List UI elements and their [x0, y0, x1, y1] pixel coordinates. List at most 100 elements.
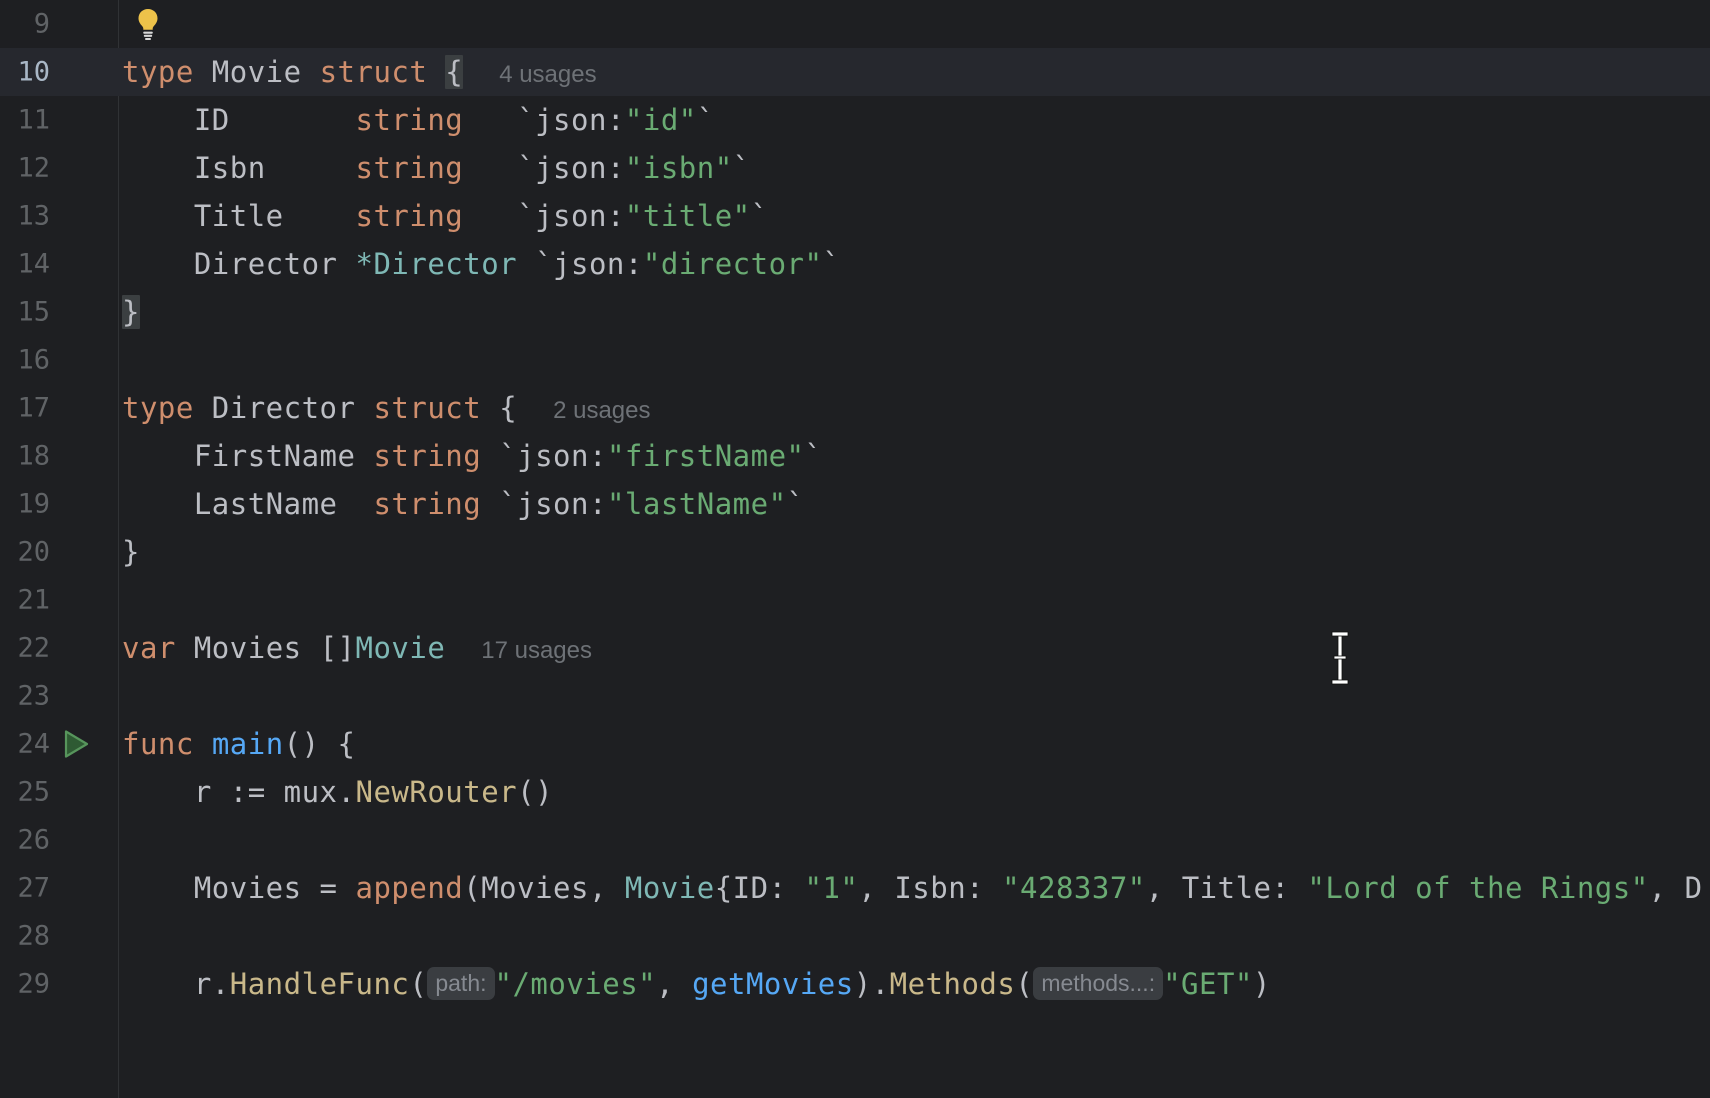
separator: , [1648, 871, 1685, 905]
run-gutter-icon[interactable] [60, 727, 92, 761]
line-number[interactable]: 25 [0, 777, 50, 808]
line-number[interactable]: 16 [0, 345, 50, 376]
line-number[interactable]: 24 [0, 729, 50, 760]
line-number[interactable]: 11 [0, 105, 50, 136]
code-text-line-14[interactable]: Director *Director `json:"director"` [122, 247, 840, 281]
line-number[interactable]: 26 [0, 825, 50, 856]
line-number[interactable]: 27 [0, 873, 50, 904]
code-text-line-17[interactable]: type Director struct { 2 usages [122, 391, 650, 425]
usages-inlay-hint-movies[interactable]: 17 usages [481, 637, 592, 664]
truncated-text: D [1684, 871, 1703, 905]
code-text-line-22[interactable]: var Movies []Movie 17 usages [122, 631, 592, 665]
struct-tag-suffix: ` [822, 247, 841, 281]
var-name-movies: Movies [] [175, 631, 356, 665]
code-text-line-12[interactable]: Isbn string `json:"isbn"` [122, 151, 751, 185]
editor-line-29[interactable]: 29 r.HandleFunc(path: "/movies", getMovie… [0, 960, 1710, 1008]
line-number[interactable]: 12 [0, 153, 50, 184]
editor-line-22[interactable]: 22 var Movies []Movie 17 usages [0, 624, 1710, 672]
method-call-handlefunc: HandleFunc [229, 967, 410, 1001]
assignment-lhs: r := [122, 775, 284, 809]
editor-line-27[interactable]: 27 Movies = append(Movies, Movie{ID: "1"… [0, 864, 1710, 912]
line-number[interactable]: 28 [0, 921, 50, 952]
editor-line-21[interactable]: 21 [0, 576, 1710, 624]
code-text-line-29[interactable]: r.HandleFunc(path: "/movies", getMovies).… [122, 967, 1271, 1001]
line-number[interactable]: 13 [0, 201, 50, 232]
field-value-id: "1" [804, 871, 859, 905]
keyword-struct: struct [319, 55, 428, 89]
line-number[interactable]: 29 [0, 969, 50, 1000]
line-number[interactable]: 21 [0, 585, 50, 616]
separator: , [1145, 871, 1182, 905]
struct-tag-value: "id" [624, 103, 697, 137]
line-number[interactable]: 14 [0, 249, 50, 280]
struct-tag-suffix: ` [804, 439, 823, 473]
call-close-dot: ). [853, 967, 890, 1001]
struct-tag-prefix: `json: [517, 103, 625, 137]
field-name-isbn: Isbn [122, 151, 356, 185]
type-ref-movie: Movie [624, 871, 715, 905]
code-text-line-15[interactable]: } [122, 295, 140, 329]
separator: , [858, 871, 895, 905]
line-number[interactable]: 10 [0, 57, 50, 88]
field-type: string [355, 103, 464, 137]
parameter-hint-path[interactable]: path: [427, 967, 495, 1000]
editor-line-10[interactable]: 10 type Movie struct { 4 usages [0, 48, 1710, 96]
code-text-line-27[interactable]: Movies = append(Movies, Movie{ID: "1", I… [122, 871, 1703, 905]
code-text-line-18[interactable]: FirstName string `json:"firstName"` [122, 439, 822, 473]
line-number[interactable]: 19 [0, 489, 50, 520]
editor-line-9[interactable]: 9 [0, 0, 1710, 48]
field-type: string [355, 151, 464, 185]
editor-line-26[interactable]: 26 [0, 816, 1710, 864]
field-type: string [373, 439, 482, 473]
editor-line-23[interactable]: 23 [0, 672, 1710, 720]
editor-line-12[interactable]: 12 Isbn string `json:"isbn"` [0, 144, 1710, 192]
http-verb-string: "GET" [1163, 967, 1253, 1001]
field-type: string [355, 199, 464, 233]
parameter-hint-methods[interactable]: methods...: [1033, 967, 1164, 1000]
line-number[interactable]: 15 [0, 297, 50, 328]
code-text-line-10[interactable]: type Movie struct { 4 usages [122, 55, 597, 89]
line-number[interactable]: 18 [0, 441, 50, 472]
editor-line-15[interactable]: 15 } [0, 288, 1710, 336]
editor-line-19[interactable]: 19 LastName string `json:"lastName"` [0, 480, 1710, 528]
editor-line-28[interactable]: 28 [0, 912, 1710, 960]
brace-close: } [122, 535, 140, 569]
intention-bulb-icon[interactable] [133, 7, 163, 41]
editor-line-20[interactable]: 20 } [0, 528, 1710, 576]
editor-line-13[interactable]: 13 Title string `json:"title"` [0, 192, 1710, 240]
brace-open: { [499, 391, 518, 425]
keyword-type: type [122, 391, 194, 425]
line-number[interactable]: 22 [0, 633, 50, 664]
line-number[interactable]: 9 [0, 9, 50, 40]
code-text-line-25[interactable]: r := mux.NewRouter() [122, 775, 553, 809]
editor-line-14[interactable]: 14 Director *Director `json:"director"` [0, 240, 1710, 288]
usages-inlay-hint-movie[interactable]: 4 usages [499, 61, 596, 88]
code-text-line-20[interactable]: } [122, 535, 140, 569]
line-number[interactable]: 23 [0, 681, 50, 712]
editor-line-18[interactable]: 18 FirstName string `json:"firstName"` [0, 432, 1710, 480]
editor-line-24[interactable]: 24 func main() { [0, 720, 1710, 768]
line-number[interactable]: 20 [0, 537, 50, 568]
line-number[interactable]: 17 [0, 393, 50, 424]
code-editor[interactable]: 9 10 type Movie struct { 4 usages 11 ID … [0, 0, 1710, 1098]
usages-inlay-hint-director[interactable]: 2 usages [553, 397, 650, 424]
receiver-router: r. [122, 967, 230, 1001]
editor-line-16[interactable]: 16 [0, 336, 1710, 384]
field-name-director: Director [122, 247, 356, 281]
field-value-isbn: "428337" [1002, 871, 1146, 905]
code-text-line-13[interactable]: Title string `json:"title"` [122, 199, 769, 233]
struct-tag-value: "firstName" [606, 439, 805, 473]
code-text-line-11[interactable]: ID string `json:"id"` [122, 103, 715, 137]
field-type-director-ptr: *Director [355, 247, 518, 281]
code-text-line-19[interactable]: LastName string `json:"lastName"` [122, 487, 805, 521]
code-text-line-24[interactable]: func main() { [122, 727, 356, 761]
struct-tag-suffix: ` [786, 487, 805, 521]
editor-line-25[interactable]: 25 r := mux.NewRouter() [0, 768, 1710, 816]
editor-line-11[interactable]: 11 ID string `json:"id"` [0, 96, 1710, 144]
editor-line-17[interactable]: 17 type Director struct { 2 usages [0, 384, 1710, 432]
